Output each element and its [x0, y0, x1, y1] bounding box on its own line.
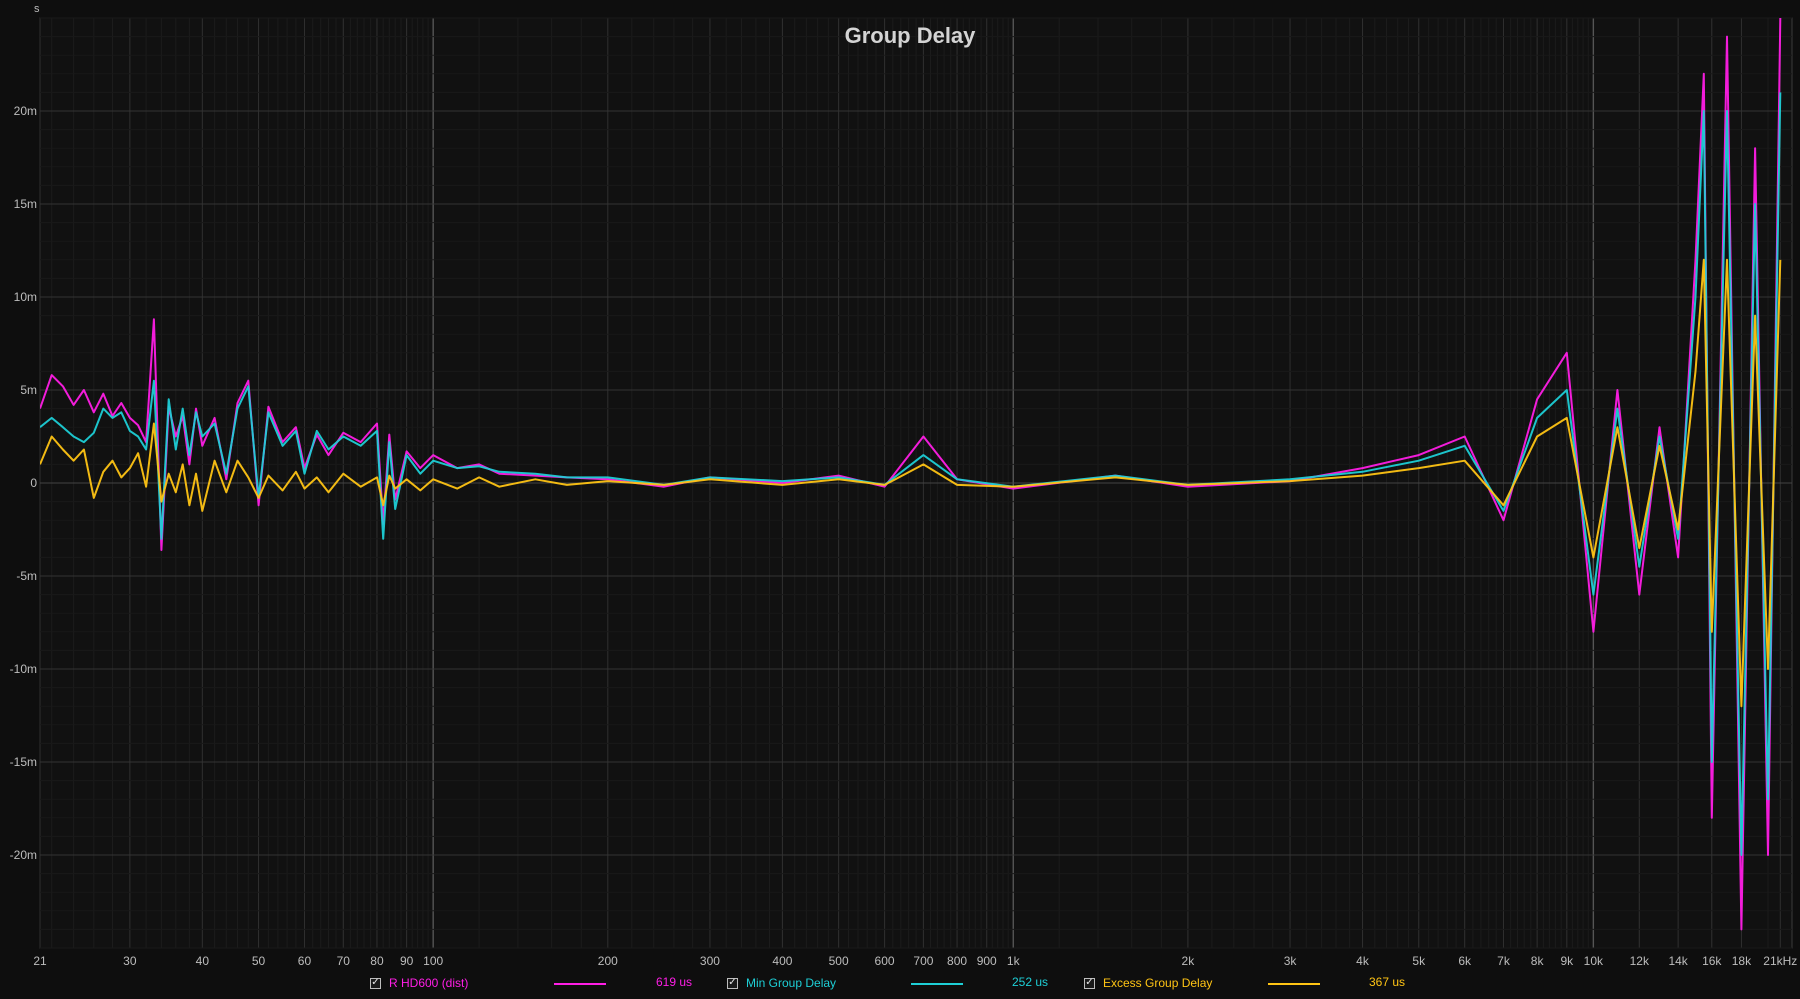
y-tick-label: -15m — [10, 755, 37, 769]
legend-label-min-group-delay: Min Group Delay — [746, 976, 837, 990]
x-tick-label: 500 — [829, 954, 849, 968]
x-tick-label: 70 — [337, 954, 351, 968]
legend-swatch-excess-group-delay — [1268, 983, 1320, 985]
x-tick-label: 90 — [400, 954, 414, 968]
legend-swatch-r-hd600 — [554, 983, 606, 985]
x-tick-label: 10k — [1584, 954, 1604, 968]
legend-value-min-group-delay: 252 us — [1012, 975, 1049, 989]
x-tick-label: 80 — [370, 954, 384, 968]
y-tick-label: 10m — [14, 290, 37, 304]
x-tick-label: 300 — [700, 954, 720, 968]
y-tick-label: 5m — [20, 383, 37, 397]
x-tick-label: 7k — [1497, 954, 1511, 968]
x-tick-label: 800 — [947, 954, 967, 968]
y-tick-label: 15m — [14, 197, 37, 211]
x-tick-label: 3k — [1284, 954, 1298, 968]
y-tick-label: -20m — [10, 848, 37, 862]
x-tick-label: 40 — [196, 954, 210, 968]
x-tick-label: 21 — [33, 954, 47, 968]
legend-checkbox-excess-group-delay[interactable]: ✓ — [1084, 977, 1095, 989]
x-tick-label: 400 — [772, 954, 792, 968]
y-tick-label: 20m — [14, 104, 37, 118]
legend-label-r-hd600: R HD600 (dist) — [389, 976, 469, 990]
x-tick-label: 900 — [977, 954, 997, 968]
x-tick-label: 1k — [1007, 954, 1021, 968]
legend-swatch-min-group-delay — [911, 983, 963, 985]
y-tick-label: -10m — [10, 662, 37, 676]
x-tick-label: 14k — [1668, 954, 1688, 968]
x-tick-label: 2k — [1182, 954, 1196, 968]
y-tick-label: 0 — [30, 476, 37, 490]
x-tick-label: 4k — [1356, 954, 1370, 968]
legend-item-excess-group-delay[interactable]: ✓ Excess Group Delay — [1084, 973, 1212, 993]
legend-item-min-group-delay[interactable]: ✓ Min Group Delay — [727, 973, 836, 993]
legend-checkbox-r-hd600[interactable]: ✓ — [370, 977, 381, 989]
y-axis-unit: s — [34, 3, 40, 15]
group-delay-chart: 21 30 40 50 60 70 80 90 100 200 300 400 500 600 700 800… — [0, 0, 1800, 999]
legend-label-excess-group-delay: Excess Group Delay — [1103, 976, 1213, 990]
legend-checkbox-min-group-delay[interactable]: ✓ — [727, 977, 738, 989]
x-tick-label: 200 — [598, 954, 618, 968]
legend-item-r-hd600[interactable]: ✓ R HD600 (dist) — [370, 973, 468, 993]
x-tick-label: 18k — [1732, 954, 1752, 968]
x-tick-label: 16k — [1702, 954, 1722, 968]
x-tick-label: 30 — [123, 954, 137, 968]
x-tick-label: 12k — [1630, 954, 1650, 968]
legend-value-r-hd600: 619 us — [656, 975, 693, 989]
chart-title: Group Delay — [845, 23, 977, 48]
x-tick-label: 8k — [1531, 954, 1545, 968]
x-tick-label: 21kHz — [1763, 954, 1797, 968]
x-tick-label: 700 — [913, 954, 933, 968]
x-tick-label: 9k — [1560, 954, 1574, 968]
x-tick-label: 600 — [875, 954, 895, 968]
x-tick-label: 6k — [1458, 954, 1472, 968]
y-tick-label: -5m — [16, 569, 37, 583]
x-tick-label: 50 — [252, 954, 266, 968]
x-tick-label: 60 — [298, 954, 312, 968]
legend-value-excess-group-delay: 367 us — [1369, 975, 1406, 989]
x-tick-label: 5k — [1412, 954, 1426, 968]
x-tick-label: 100 — [423, 954, 443, 968]
legend: ✓ R HD600 (dist) 619 us ✓ Min Group Dela… — [0, 973, 1800, 995]
